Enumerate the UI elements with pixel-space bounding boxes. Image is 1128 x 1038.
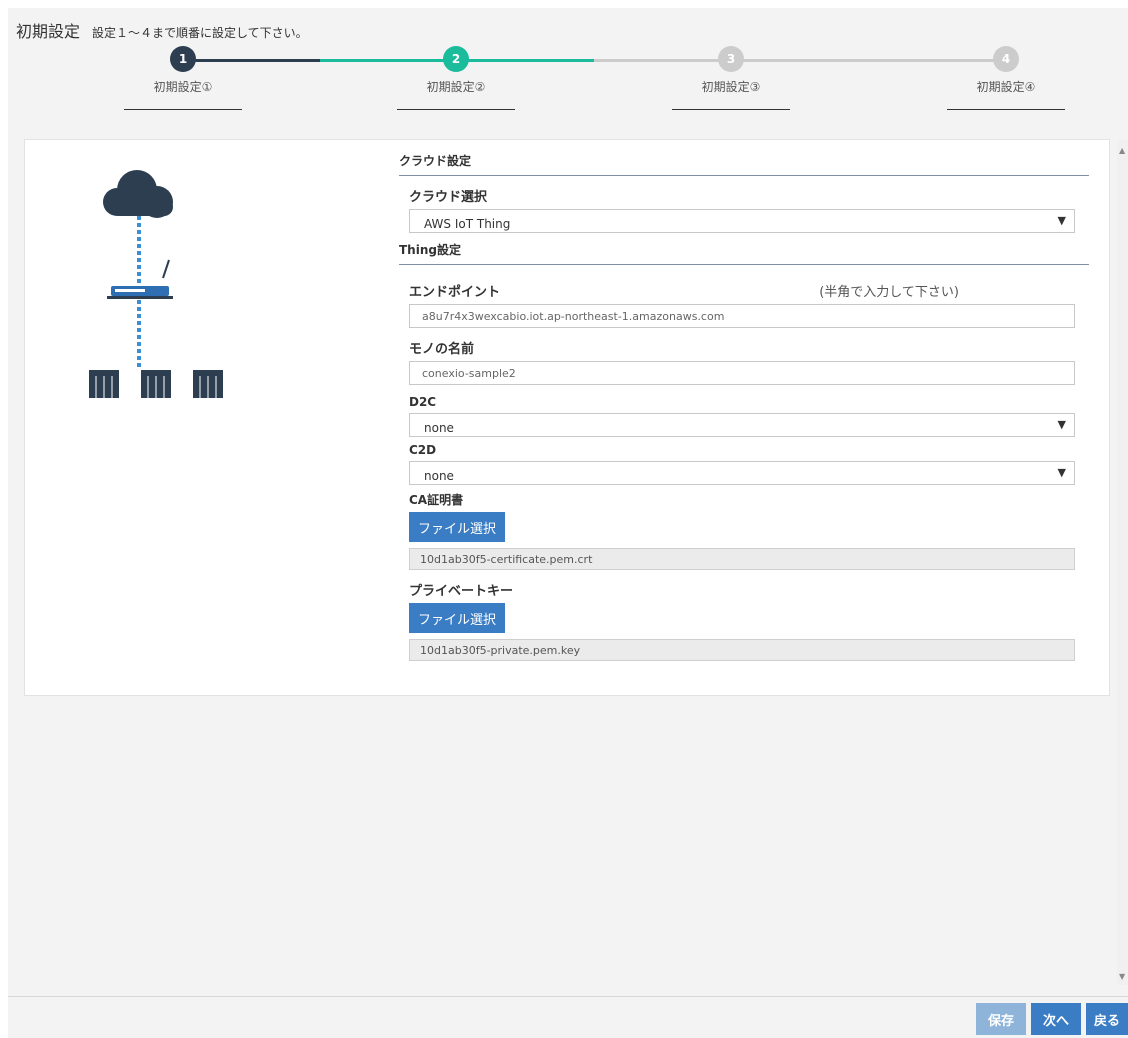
c2d-label: C2D <box>409 443 437 457</box>
step-3-underline <box>672 109 790 110</box>
cloud-select-value: AWS IoT Thing <box>424 217 511 231</box>
step-4[interactable]: 4 初期設定④ <box>946 46 1066 110</box>
settings-panel: クラウド設定 クラウド選択 AWS IoT Thing ▼ Thing設定 エン… <box>24 139 1110 696</box>
next-button[interactable]: 次へ <box>1031 1003 1081 1035</box>
d2c-select[interactable]: none ▼ <box>409 413 1075 437</box>
endpoint-label-row: エンドポイント (半角で入力して下さい) <box>399 281 959 300</box>
page-subtitle: 設定１～４まで順番に設定して下さい。 <box>92 26 308 40</box>
cloud-settings-form: クラウド設定 クラウド選択 AWS IoT Thing ▼ Thing設定 エン… <box>399 152 1089 661</box>
plc-device-icon <box>89 370 223 402</box>
page-header: 初期設定 設定１～４まで順番に設定して下さい。 <box>16 18 308 41</box>
private-key-file-name: 10d1ab30f5-private.pem.key <box>409 639 1075 661</box>
step-4-underline <box>947 109 1065 110</box>
save-button[interactable]: 保存 <box>976 1003 1026 1035</box>
step-1-circle: 1 <box>170 46 196 72</box>
step-1-label: 初期設定① <box>153 80 213 94</box>
ca-cert-file-name: 10d1ab30f5-certificate.pem.crt <box>409 548 1075 570</box>
thing-name-label: モノの名前 <box>409 342 475 357</box>
step-3-circle: 3 <box>718 46 744 72</box>
ca-cert-button-row: ファイル選択 <box>399 512 1089 542</box>
d2c-select-value: none <box>424 421 454 435</box>
c2d-select[interactable]: none ▼ <box>409 461 1075 485</box>
step-2[interactable]: 2 初期設定② <box>396 46 516 110</box>
d2c-label: D2C <box>409 395 437 409</box>
footer-divider <box>8 996 1128 997</box>
private-key-button-row: ファイル選択 <box>399 603 1089 633</box>
step-4-circle: 4 <box>993 46 1019 72</box>
page-title: 初期設定 <box>16 22 81 41</box>
network-diagram <box>77 158 237 402</box>
step-1[interactable]: 1 初期設定① <box>123 46 243 110</box>
back-button[interactable]: 戻る <box>1086 1003 1128 1035</box>
endpoint-label: エンドポイント <box>409 285 501 300</box>
vertical-scrollbar[interactable]: ▲ ▼ <box>1117 140 1128 985</box>
endpoint-hint: (半角で入力して下さい) <box>819 285 959 300</box>
ca-cert-label: CA証明書 <box>409 493 464 507</box>
ca-cert-file-button[interactable]: ファイル選択 <box>409 512 506 542</box>
scroll-down-icon[interactable]: ▼ <box>1119 972 1125 981</box>
private-key-label: プライベートキー <box>409 584 514 599</box>
chevron-down-icon: ▼ <box>1057 214 1066 227</box>
step-1-underline <box>124 109 242 110</box>
cloud-select-label: クラウド選択 <box>409 190 488 205</box>
endpoint-input[interactable]: a8u7r4x3wexcabio.iot.ap-northeast-1.amaz… <box>409 304 1075 328</box>
step-2-circle: 2 <box>443 46 469 72</box>
c2d-select-value: none <box>424 469 454 483</box>
step-3[interactable]: 3 初期設定③ <box>671 46 791 110</box>
stepper-line-3-4 <box>594 59 1006 62</box>
cloud-select[interactable]: AWS IoT Thing ▼ <box>409 209 1075 233</box>
cloud-settings-heading: クラウド設定 <box>399 152 1089 176</box>
scroll-up-icon[interactable]: ▲ <box>1119 146 1125 155</box>
step-3-label: 初期設定③ <box>701 80 761 94</box>
private-key-file-button[interactable]: ファイル選択 <box>409 603 506 633</box>
step-4-label: 初期設定④ <box>976 80 1036 94</box>
chevron-down-icon: ▼ <box>1057 466 1066 479</box>
cloud-icon <box>103 170 173 218</box>
step-2-label: 初期設定② <box>426 80 486 94</box>
chevron-down-icon: ▼ <box>1057 418 1066 431</box>
thing-settings-heading: Thing設定 <box>399 241 1089 265</box>
thing-name-input[interactable]: conexio-sample2 <box>409 361 1075 385</box>
step-2-underline <box>397 109 515 110</box>
setup-stepper: 1 初期設定① 2 初期設定② 3 初期設定③ 4 初期設定④ <box>0 46 1128 136</box>
